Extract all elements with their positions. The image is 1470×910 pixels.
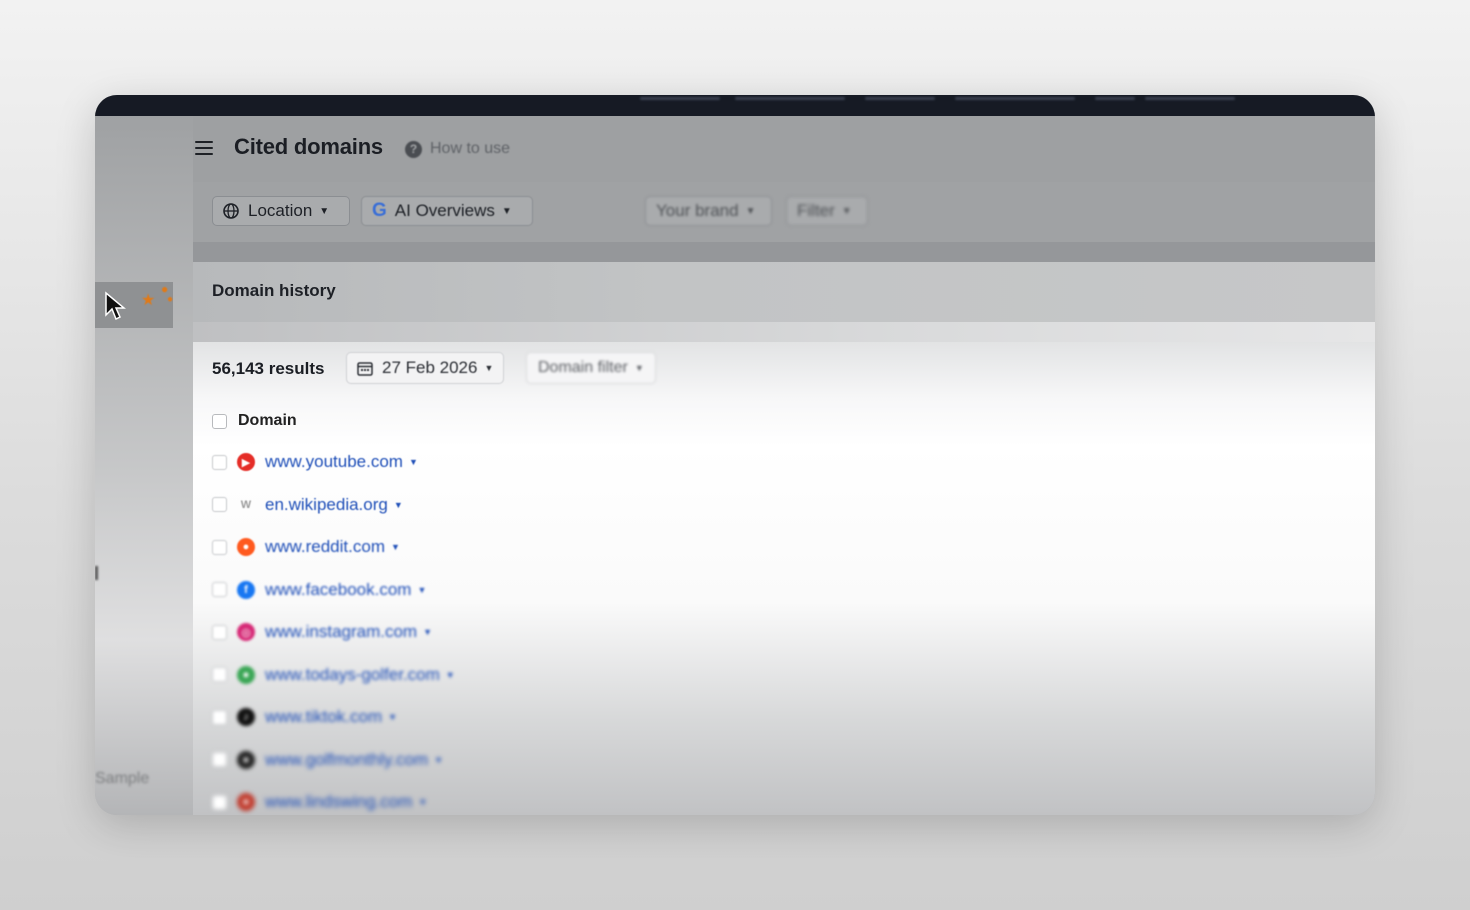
chevron-down-icon: ▼ [841,205,852,217]
question-icon: ? [405,140,422,158]
domain-link[interactable]: www.lindswing.com [265,792,412,812]
golfmonthly-icon: ● [237,750,255,769]
domain-link[interactable]: www.instagram.com [265,622,417,642]
youtube-icon: ▶ [237,453,255,471]
page-title: Cited domains [234,134,383,159]
domain-link[interactable]: www.todays-golfer.com [265,665,440,685]
app-window: ★ ● ● Sample Cited domains ? How to use [95,95,1375,815]
main-content: Cited domains ? How to use Location ▼ G … [193,116,1375,815]
sidebar: ★ ● ● Sample [95,116,193,815]
how-to-use-label: How to use [430,140,511,157]
reddit-icon: ● [237,538,255,556]
lindswing-icon: ● [237,793,255,811]
row-checkbox[interactable] [212,582,227,597]
row-checkbox[interactable] [212,709,227,725]
globe-icon [223,203,239,219]
calendar-icon [357,361,373,376]
row-checkbox[interactable] [212,794,227,810]
domain-link[interactable]: www.tiktok.com [265,707,382,727]
caret-down-icon[interactable]: ▼ [434,755,443,765]
mouse-cursor-icon [105,291,126,321]
row-checkbox[interactable] [212,454,227,470]
page-header: Cited domains ? How to use [193,116,1375,182]
domain-link[interactable]: en.wikipedia.org [265,495,388,515]
table-row[interactable]: ● www.lindswing.com ▼ [212,790,427,814]
your-brand-dropdown[interactable]: Your brand ▼ [645,196,772,226]
row-checkbox[interactable] [212,624,227,640]
table-row[interactable]: f www.facebook.com ▼ [212,578,426,602]
domain-filter-label: Domain filter [538,359,628,376]
table-row[interactable]: ♪ www.tiktok.com ▼ [212,705,397,729]
caret-down-icon[interactable]: ▼ [418,797,427,807]
browser-top-bar [95,95,1375,116]
divider [193,242,1375,262]
domain-filter-dropdown[interactable]: Domain filter ▼ [526,352,656,384]
domain-column-label: Domain [238,412,297,429]
tiktok-icon: ♪ [237,708,255,726]
caret-down-icon[interactable]: ▼ [391,542,400,552]
divider [193,322,1375,342]
table-row[interactable]: ◎ www.instagram.com ▼ [212,620,432,644]
caret-down-icon[interactable]: ▼ [446,670,455,680]
domain-history-title: Domain history [212,281,336,300]
ai-overviews-dropdown[interactable]: G AI Overviews ▼ [361,196,533,226]
sidebar-marker [95,566,98,580]
how-to-use-link[interactable]: ? How to use [405,140,510,158]
instagram-icon: ◎ [237,623,255,641]
row-checkbox[interactable] [212,539,227,555]
row-checkbox[interactable] [212,667,227,682]
filter-label: Filter [797,201,835,220]
results-panel: 56,143 results 27 Feb 2026 ▼ Domain filt… [193,342,1375,815]
sidebar-item-sample[interactable]: Sample [95,770,149,788]
results-count: 56,143 results [212,359,325,378]
hamburger-menu-icon[interactable] [195,141,213,156]
domain-link[interactable]: www.facebook.com [265,580,411,600]
todays-golfer-icon: ● [237,665,255,684]
ai-overviews-label: AI Overviews [394,201,495,220]
domain-link[interactable]: www.youtube.com [265,452,403,472]
facebook-icon: f [237,580,255,599]
location-dropdown[interactable]: Location ▼ [212,196,350,226]
chevron-down-icon: ▼ [501,205,512,217]
caret-down-icon[interactable]: ▼ [423,627,432,637]
table-row[interactable]: ● www.todays-golfer.com ▼ [212,663,455,687]
filter-dropdown[interactable]: Filter ▼ [786,196,868,226]
domain-column-header: Domain [212,412,297,430]
google-icon: G [372,200,387,221]
date-picker[interactable]: 27 Feb 2026 ▼ [346,352,505,384]
row-checkbox[interactable] [212,497,227,512]
table-row[interactable]: ● www.reddit.com ▼ [212,535,400,559]
date-label: 27 Feb 2026 [382,358,478,377]
domain-link[interactable]: www.reddit.com [265,537,385,557]
table-row[interactable]: ● www.golfmonthly.com ▼ [212,748,443,772]
filter-bar: Location ▼ G AI Overviews ▼ Your brand ▼… [193,182,1375,242]
domain-link[interactable]: www.golfmonthly.com [265,750,428,770]
location-label: Location [248,201,313,220]
chevron-down-icon: ▼ [319,205,330,217]
table-row[interactable]: Wen.wikipedia.org ▼ [212,493,403,517]
chevron-down-icon: ▼ [634,363,644,373]
your-brand-label: Your brand [656,201,739,220]
chevron-down-icon: ▼ [745,205,756,217]
table-row[interactable]: ▶ www.youtube.com ▼ [212,450,418,474]
caret-down-icon[interactable]: ▼ [409,457,418,467]
caret-down-icon[interactable]: ▼ [394,500,403,510]
row-checkbox[interactable] [212,752,227,767]
chevron-down-icon: ▼ [484,363,494,373]
caret-down-icon[interactable]: ▼ [417,585,426,595]
caret-down-icon[interactable]: ▼ [388,712,397,722]
sparkle-icon: ★ ● ● [141,282,174,309]
domain-history-card[interactable]: Domain history [193,262,1375,322]
select-all-checkbox[interactable] [212,413,227,429]
wikipedia-icon: W [240,498,252,511]
